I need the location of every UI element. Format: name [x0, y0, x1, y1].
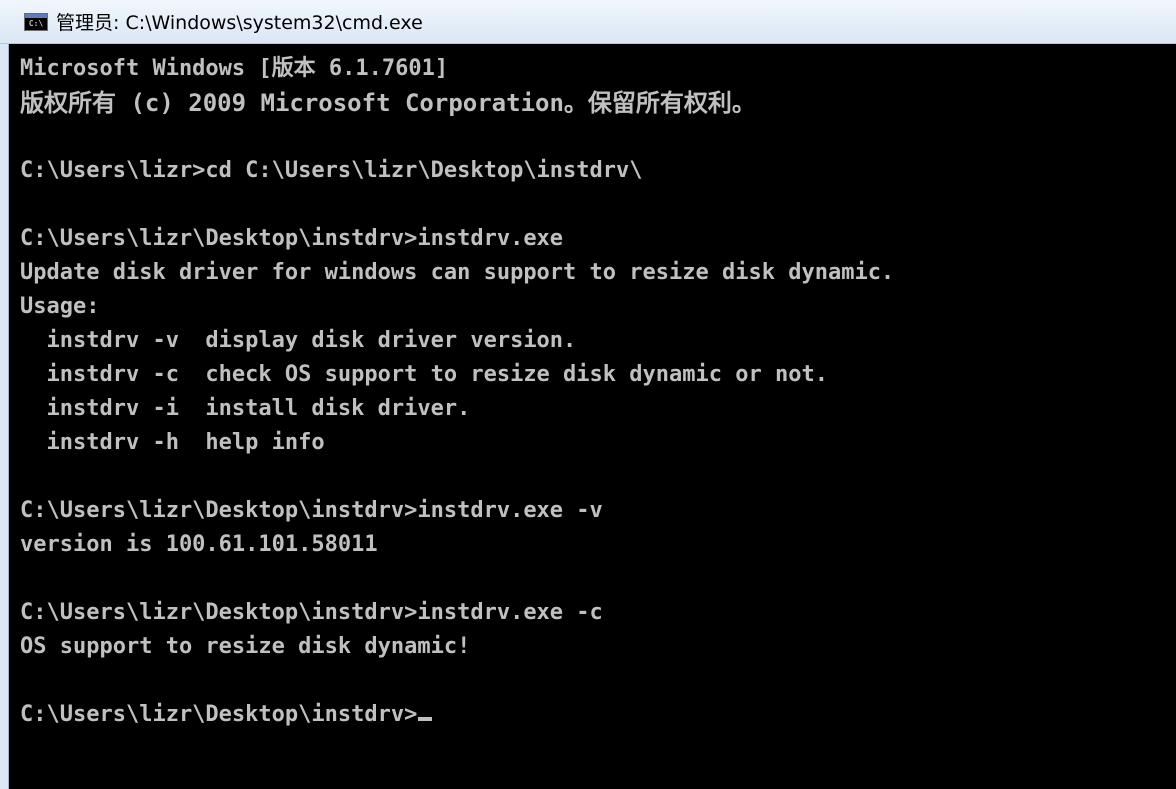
- console-line: instdrv -v display disk driver version.: [20, 328, 577, 353]
- console-line: instdrv -h help info: [20, 430, 325, 455]
- console-prompt-line[interactable]: C:\Users\lizr\Desktop\instdrv>: [20, 698, 1176, 732]
- console-line: instdrv -i install disk driver.: [20, 396, 471, 421]
- window-title: 管理员: C:\Windows\system32\cmd.exe: [56, 12, 423, 34]
- console-prompt: C:\Users\lizr\Desktop\instdrv>: [20, 702, 418, 727]
- console-line: C:\Users\lizr\Desktop\instdrv>instdrv.ex…: [20, 600, 603, 625]
- console-line: OS support to resize disk dynamic!: [20, 634, 471, 659]
- console-line: Microsoft Windows [版本 6.1.7601]: [20, 56, 449, 81]
- text-cursor: [418, 717, 433, 721]
- console-line: C:\Users\lizr\Desktop\instdrv>instdrv.ex…: [20, 498, 603, 523]
- console-output[interactable]: Microsoft Windows [版本 6.1.7601] 版权所有 (c)…: [9, 44, 1176, 789]
- console-line: 版权所有 (c) 2009 Microsoft Corporation。保留所有…: [20, 89, 756, 117]
- console-line: Update disk driver for windows can suppo…: [20, 260, 895, 285]
- window-left-border: [0, 44, 9, 789]
- console-line: instdrv -c check OS support to resize di…: [20, 362, 828, 387]
- cmd-icon[interactable]: C:\: [24, 12, 48, 31]
- console-line: version is 100.61.101.58011: [20, 532, 378, 557]
- cmd-window: C:\ 管理员: C:\Windows\system32\cmd.exe Mic…: [0, 0, 1176, 789]
- console-line: C:\Users\lizr>cd C:\Users\lizr\Desktop\i…: [20, 158, 643, 183]
- title-bar[interactable]: C:\ 管理员: C:\Windows\system32\cmd.exe: [0, 0, 1176, 44]
- cmd-icon-text: C:\: [28, 18, 44, 28]
- console-line: Usage:: [20, 294, 100, 319]
- console-line: C:\Users\lizr\Desktop\instdrv>instdrv.ex…: [20, 226, 564, 251]
